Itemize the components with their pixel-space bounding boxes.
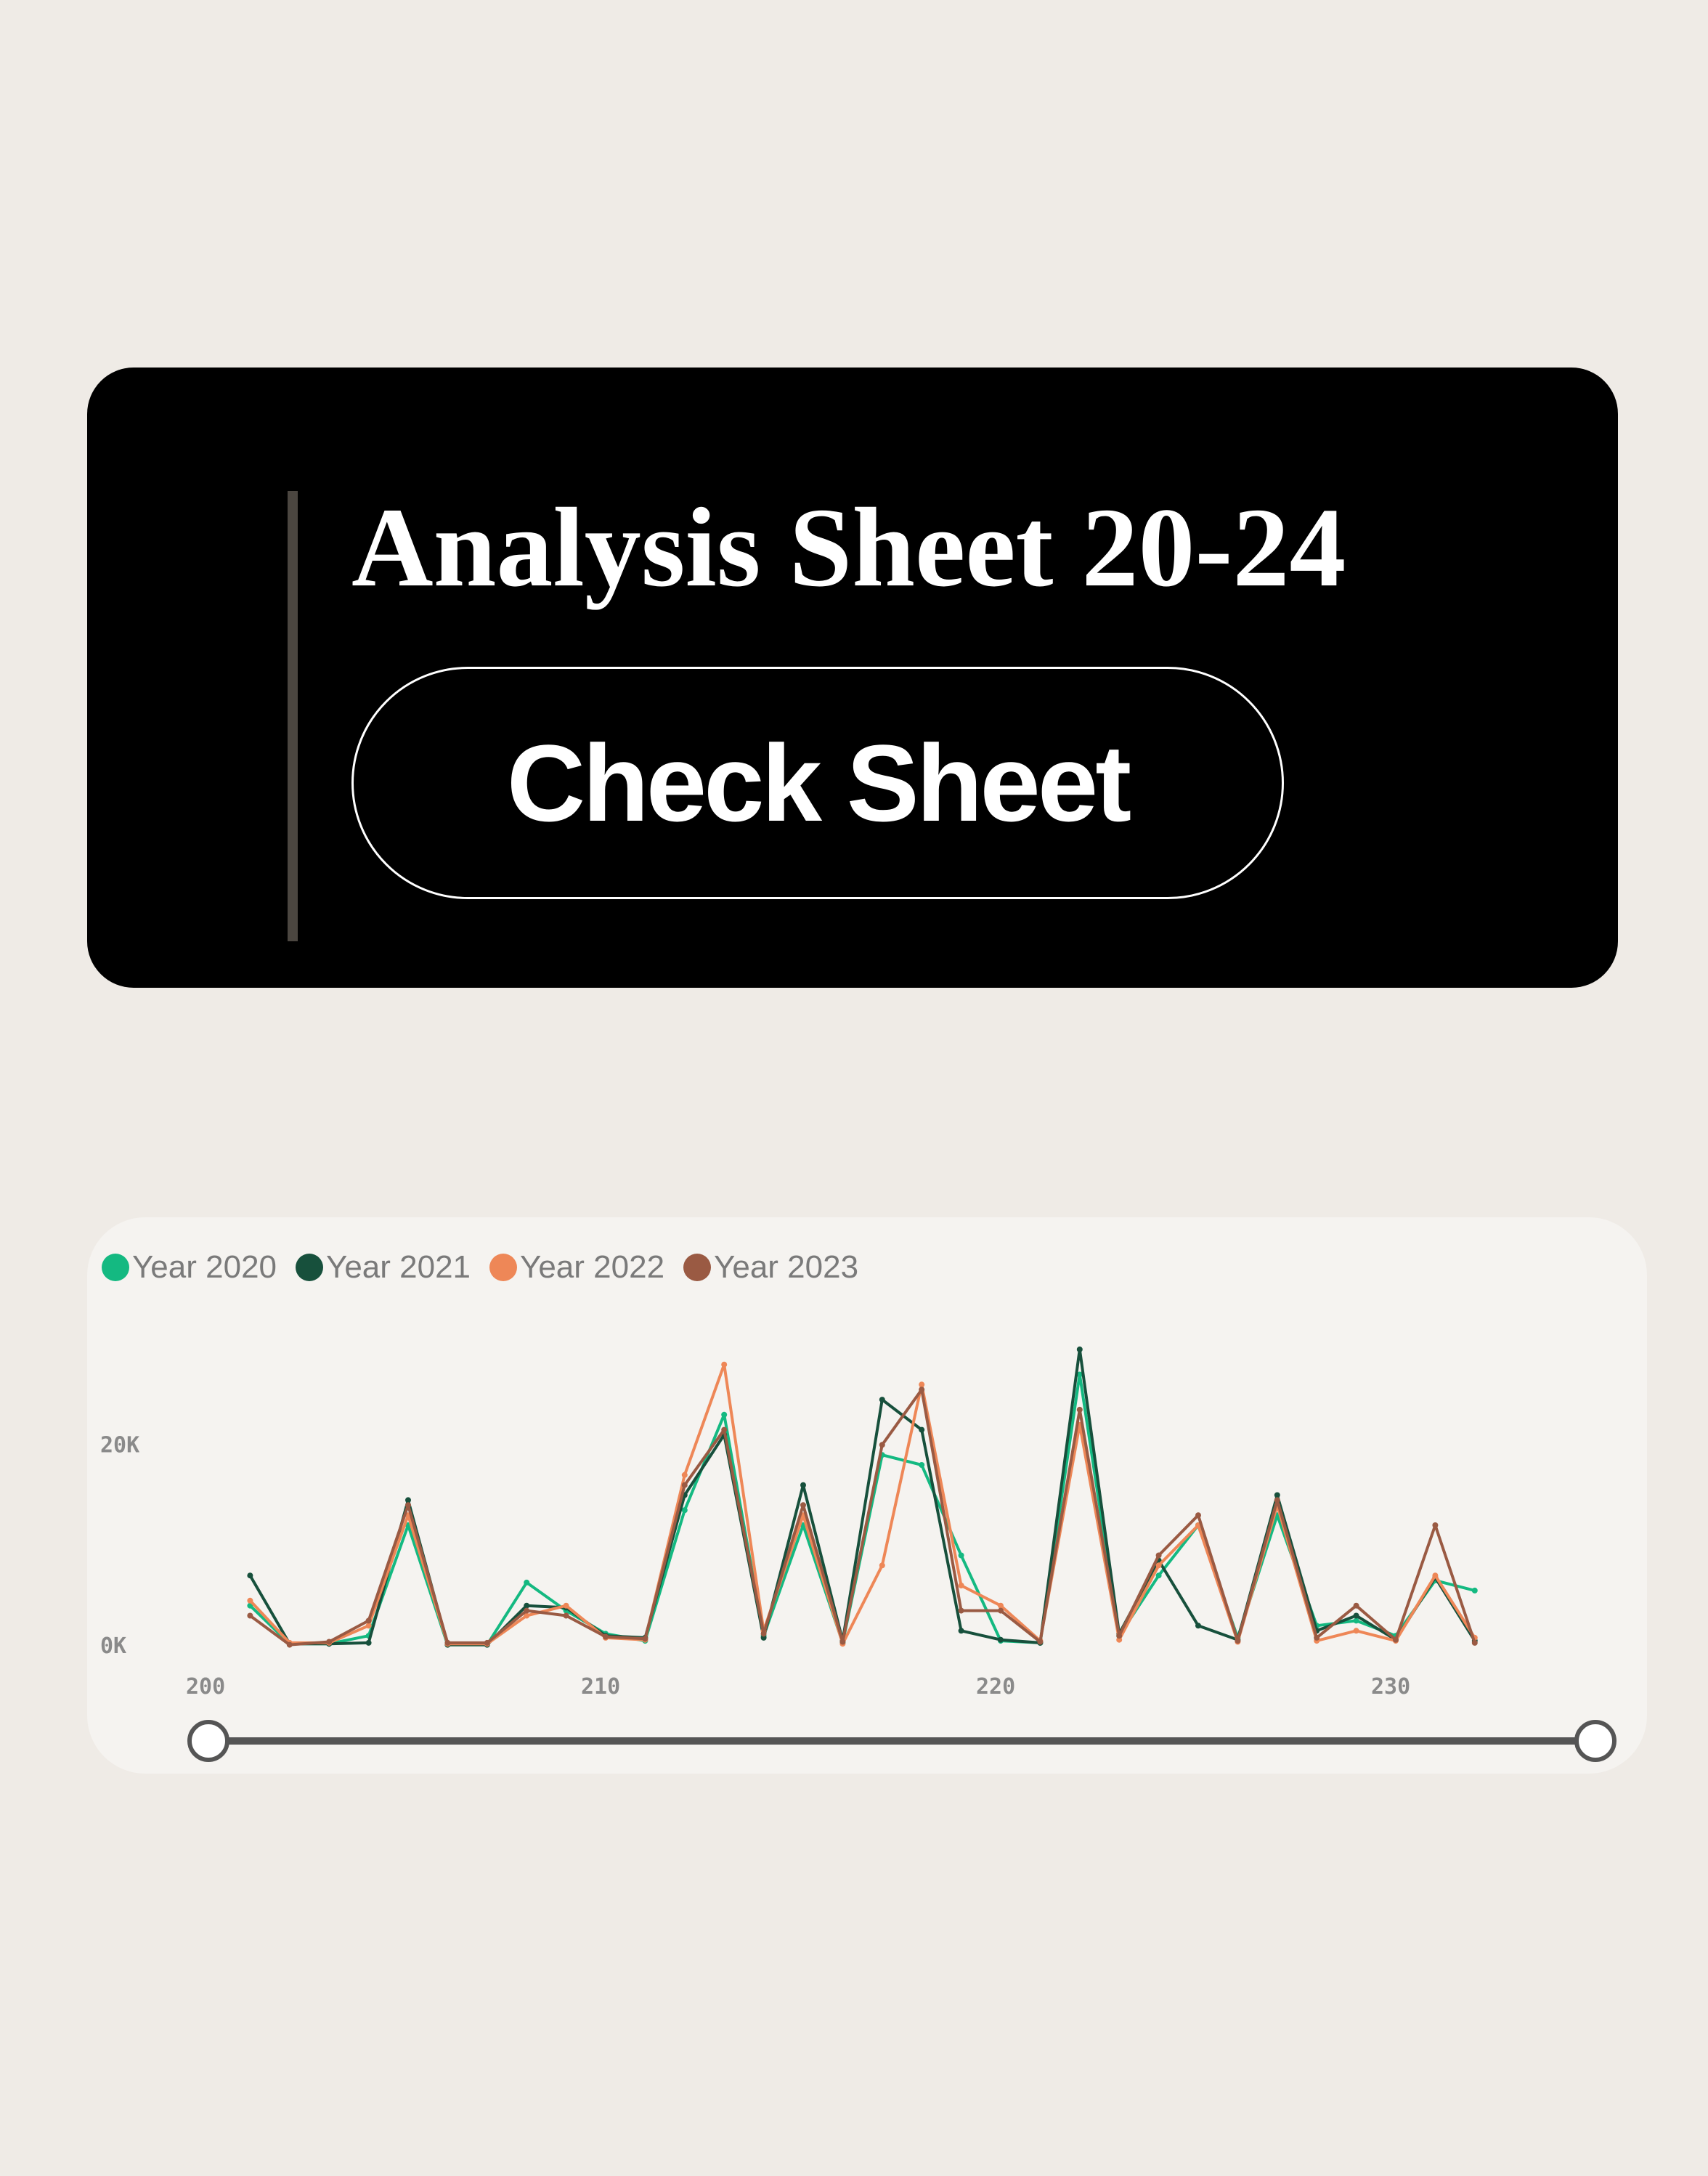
data-point-year-2023 [839, 1639, 846, 1645]
data-point-year-2020 [1155, 1572, 1162, 1579]
data-point-year-2023 [286, 1641, 293, 1648]
data-point-year-2021 [247, 1572, 253, 1579]
data-point-year-2022 [879, 1562, 885, 1569]
data-point-year-2021 [879, 1397, 885, 1403]
data-point-year-2022 [365, 1623, 372, 1629]
data-point-year-2022 [1432, 1572, 1439, 1579]
data-point-year-2023 [326, 1639, 333, 1645]
y-tick-label: 0K [100, 1633, 126, 1659]
range-slider-end-handle[interactable] [1574, 1720, 1616, 1762]
data-point-year-2023 [721, 1426, 728, 1433]
line-chart: 0K 20K 200 210 220 230 [100, 1346, 1478, 1700]
data-point-year-2023 [642, 1636, 648, 1642]
data-point-year-2021 [1076, 1346, 1083, 1352]
data-point-year-2021 [919, 1426, 925, 1433]
data-point-year-2023 [958, 1607, 964, 1614]
data-point-year-2023 [1195, 1512, 1201, 1519]
data-point-year-2023 [1274, 1497, 1280, 1503]
data-point-year-2023 [1471, 1639, 1478, 1646]
data-point-year-2021 [1195, 1623, 1201, 1629]
x-tick-label: 230 [1371, 1674, 1410, 1700]
data-point-year-2023 [484, 1639, 490, 1646]
data-point-year-2023 [365, 1617, 372, 1624]
vertical-divider [288, 491, 298, 941]
data-point-year-2023 [524, 1607, 530, 1614]
data-point-year-2021 [998, 1636, 1004, 1643]
data-point-year-2021 [405, 1497, 411, 1503]
data-point-year-2022 [1155, 1562, 1162, 1569]
data-point-year-2020 [524, 1579, 530, 1586]
data-point-year-2023 [563, 1612, 569, 1619]
data-point-year-2021 [800, 1482, 806, 1488]
data-point-year-2023 [1116, 1633, 1123, 1639]
data-point-year-2023 [1037, 1639, 1044, 1645]
data-point-year-2023 [1393, 1636, 1399, 1643]
data-point-year-2022 [721, 1361, 728, 1368]
page-title: Analysis Sheet 20-24 [351, 484, 1346, 610]
data-point-year-2020 [919, 1462, 925, 1468]
header-card: Analysis Sheet 20-24 Check Sheet [87, 368, 1618, 988]
data-point-year-2020 [1471, 1587, 1478, 1594]
data-point-year-2022 [1353, 1628, 1359, 1634]
data-point-year-2023 [800, 1502, 806, 1509]
data-point-year-2021 [958, 1628, 964, 1634]
data-point-year-2023 [1353, 1602, 1359, 1609]
data-point-year-2022 [563, 1602, 569, 1609]
data-point-year-2021 [1274, 1492, 1280, 1498]
data-point-year-2023 [247, 1612, 253, 1619]
data-point-year-2023 [1155, 1552, 1162, 1559]
data-point-year-2021 [1353, 1612, 1359, 1619]
data-point-year-2023 [1235, 1638, 1241, 1644]
range-slider-track[interactable] [211, 1737, 1599, 1745]
x-tick-label: 200 [186, 1674, 225, 1700]
x-tick-label: 210 [581, 1674, 620, 1700]
data-point-year-2022 [247, 1597, 253, 1604]
data-point-year-2020 [958, 1552, 964, 1559]
range-slider-start-handle[interactable] [187, 1720, 229, 1762]
data-point-year-2023 [919, 1387, 925, 1393]
data-point-year-2023 [405, 1502, 411, 1509]
data-point-year-2022 [998, 1602, 1004, 1609]
data-point-year-2020 [721, 1411, 728, 1418]
data-point-year-2022 [919, 1381, 925, 1388]
data-point-year-2023 [879, 1442, 885, 1448]
data-point-year-2023 [444, 1639, 451, 1646]
series-line-year-2022 [248, 1363, 1476, 1646]
data-point-year-2023 [998, 1607, 1004, 1614]
data-point-year-2023 [681, 1482, 688, 1488]
data-point-year-2023 [1432, 1522, 1439, 1528]
chart-card: Year 2020 Year 2021 Year 2022 Year 2023 … [87, 1217, 1647, 1774]
data-point-year-2023 [603, 1633, 609, 1640]
data-point-year-2020 [681, 1507, 688, 1514]
data-point-year-2023 [1076, 1406, 1083, 1413]
data-point-year-2023 [760, 1631, 767, 1637]
y-tick-label: 20K [100, 1432, 139, 1458]
x-tick-label: 220 [976, 1674, 1015, 1700]
data-point-year-2022 [958, 1583, 964, 1588]
check-sheet-button[interactable]: Check Sheet [351, 667, 1284, 899]
data-point-year-2020 [1353, 1617, 1359, 1624]
data-point-year-2023 [1314, 1634, 1320, 1641]
data-point-year-2021 [524, 1602, 530, 1609]
data-point-year-2022 [681, 1471, 688, 1478]
data-point-year-2021 [365, 1639, 372, 1646]
